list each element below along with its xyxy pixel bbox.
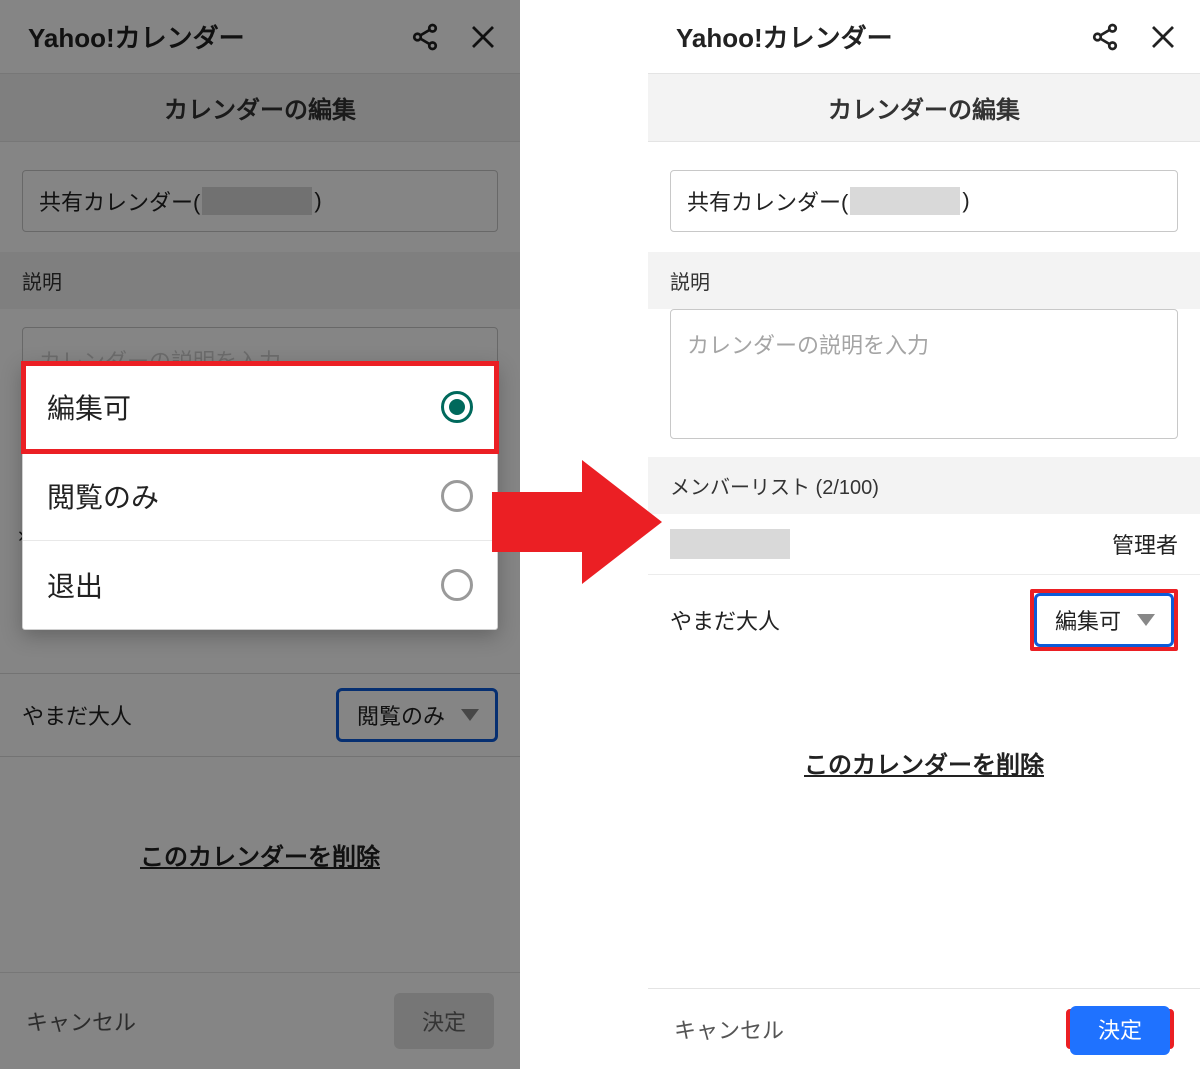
close-icon[interactable] (1148, 22, 1178, 52)
section-title: カレンダーの編集 (0, 73, 520, 142)
section-title: カレンダーの編集 (648, 73, 1200, 142)
redacted-admin-name (670, 529, 790, 559)
description-placeholder: カレンダーの説明を入力 (687, 333, 929, 358)
permission-value: 閲覧のみ (357, 699, 445, 731)
permission-highlight: 編集可 (1030, 589, 1178, 651)
radio-icon (441, 569, 473, 601)
permission-select[interactable]: 閲覧のみ (336, 688, 498, 742)
radio-icon (441, 480, 473, 512)
calendar-name-prefix: 共有カレンダー( (39, 185, 200, 217)
confirm-button[interactable]: 決定 (1070, 1006, 1170, 1055)
member-row-admin: 管理者 (648, 514, 1200, 574)
redacted-name (202, 187, 312, 215)
admin-role-text: 管理者 (1112, 528, 1178, 560)
option-label: 退出 (47, 565, 103, 605)
share-icon[interactable] (1090, 22, 1120, 52)
header-icons (410, 22, 498, 52)
member-list-label: メンバーリスト (2/100) (648, 457, 1200, 514)
chevron-down-icon (1137, 614, 1155, 626)
confirm-button[interactable]: 決定 (394, 993, 494, 1049)
app-title: Yahoo!カレンダー (676, 18, 893, 55)
header-icons (1090, 22, 1178, 52)
transition-arrow-icon (492, 452, 662, 592)
calendar-name-field[interactable]: 共有カレンダー( ) (22, 170, 498, 232)
option-leave[interactable]: 退出 (23, 541, 497, 629)
permission-popup: 編集可 閲覧のみ 退出 (22, 362, 498, 630)
calendar-name-suffix: ) (962, 188, 969, 214)
app-title: Yahoo!カレンダー (28, 18, 245, 55)
radio-selected-icon (441, 391, 473, 423)
option-label: 閲覧のみ (47, 476, 159, 516)
header: Yahoo!カレンダー (0, 0, 520, 69)
share-icon[interactable] (410, 22, 440, 52)
description-label: 説明 (0, 252, 520, 309)
member-row: やまだ大人 閲覧のみ (0, 673, 520, 757)
confirm-highlight: 決定 (1066, 1009, 1174, 1049)
cancel-button[interactable]: キャンセル (26, 1005, 136, 1037)
member-row: やまだ大人 編集可 (648, 574, 1200, 665)
cancel-button[interactable]: キャンセル (674, 1013, 784, 1045)
permission-value: 編集可 (1055, 604, 1121, 636)
member-name: やまだ大人 (670, 604, 780, 636)
option-editable[interactable]: 編集可 (23, 363, 497, 452)
description-label: 説明 (648, 252, 1200, 309)
right-screen: Yahoo!カレンダー カレンダーの編集 共有カレンダー( ) 説明 カレンダー… (648, 0, 1200, 1069)
left-screen: Yahoo!カレンダー カレンダーの編集 共有カレンダー( ) 説明 カレンダー… (0, 0, 520, 1069)
permission-select[interactable]: 編集可 (1034, 593, 1174, 647)
chevron-down-icon (461, 709, 479, 721)
delete-calendar-link[interactable]: このカレンダーを削除 (648, 745, 1200, 780)
calendar-name-prefix: 共有カレンダー( (687, 185, 848, 217)
footer: キャンセル 決定 (648, 988, 1200, 1069)
delete-calendar-link[interactable]: このカレンダーを削除 (0, 837, 520, 872)
calendar-name-suffix: ) (314, 188, 321, 214)
close-icon[interactable] (468, 22, 498, 52)
footer: キャンセル 決定 (0, 972, 520, 1069)
option-view-only[interactable]: 閲覧のみ (23, 452, 497, 541)
member-name: やまだ大人 (22, 699, 132, 731)
redacted-name (850, 187, 960, 215)
header: Yahoo!カレンダー (648, 0, 1200, 69)
option-label: 編集可 (47, 387, 131, 427)
description-field[interactable]: カレンダーの説明を入力 (670, 309, 1178, 439)
calendar-name-field[interactable]: 共有カレンダー( ) (670, 170, 1178, 232)
